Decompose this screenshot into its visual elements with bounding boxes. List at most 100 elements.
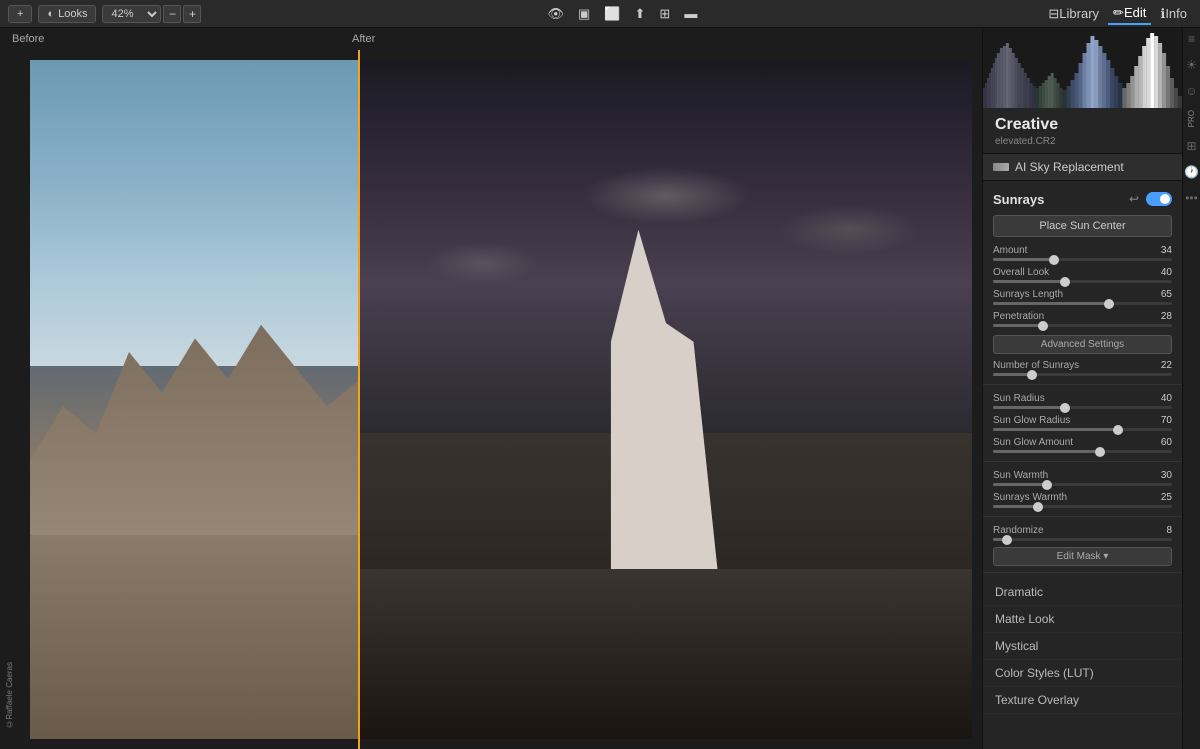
panel-content: Creative elevated.CR2 AI Sky Replacement… [983,108,1182,749]
image-area: Before After ©Raffaele Caeras [0,28,982,749]
randomize-label: Randomize [993,525,1044,536]
dramatic-label: Dramatic [995,585,1043,599]
histogram-area [983,28,1182,108]
amount-track[interactable] [993,258,1172,261]
sunrays-toggle[interactable] [1146,192,1172,206]
sun-warmth-value: 30 [1161,470,1172,481]
image-container[interactable]: ©Raffaele Caeras [0,50,982,749]
watermark: ©Raffaele Caeras [5,662,14,729]
looks-button[interactable]: ◐ Looks [38,5,96,23]
randomize-track[interactable] [993,538,1172,541]
photo-before [30,60,360,739]
crop-button[interactable]: ⬜ [599,4,625,24]
randomize-value: 8 [1166,525,1172,536]
topbar: + ◐ Looks 42% 25% 50% 75% 100% − + 👁 ▣ ⬜ [0,0,1200,28]
after-ground [360,569,972,739]
before-label: Before [0,33,340,45]
divider-1 [983,384,1182,385]
zoom-plus-button[interactable]: + [183,5,201,23]
sun-adjust-icon[interactable]: ☀ [1186,58,1197,72]
right-icons-sidebar: ≡ ☀ ☺ PRO ⊞ 🕐 ••• [1182,28,1200,749]
edit-mask-button[interactable]: Edit Mask ▾ [993,547,1172,566]
sun-glow-amount-label: Sun Glow Amount [993,437,1073,448]
sunrays-length-track[interactable] [993,302,1172,305]
sunrays-reset-button[interactable]: ↩ [1128,191,1140,207]
topbar-center: 👁 ▣ ⬜ ⬆ ⊞ ▬ [543,4,703,24]
overall-look-slider-row: Overall Look 40 [983,265,1182,285]
penetration-label: Penetration [993,311,1044,322]
penetration-track[interactable] [993,324,1172,327]
sunrays-length-value: 65 [1161,289,1172,300]
panel-section-title: Creative [983,108,1182,136]
pro-icon[interactable]: PRO [1187,110,1196,127]
sun-glow-amount-value: 60 [1161,437,1172,448]
mystical-item[interactable]: Mystical [983,633,1182,660]
sunrays-section-header: Sunrays ↩ [983,185,1182,213]
share-button[interactable]: ⬆ [630,4,651,24]
overall-look-track[interactable] [993,280,1172,283]
zoom-select[interactable]: 42% 25% 50% 75% 100% [102,5,161,23]
divider-2 [983,461,1182,462]
place-sun-center-button[interactable]: Place Sun Center [993,215,1172,237]
sun-glow-radius-label: Sun Glow Radius [993,415,1070,426]
add-button[interactable]: + [8,5,32,23]
edit-label: Edit [1124,5,1146,20]
color-styles-label: Color Styles (LUT) [995,666,1094,680]
view-button[interactable]: 👁 [543,4,570,24]
sunrays-warmth-track[interactable] [993,505,1172,508]
sunrays-length-slider-row: Sunrays Length 65 [983,287,1182,307]
library-label: Library [1059,6,1099,21]
main-sliders: Amount 34 Overall Look 40 [983,243,1182,329]
dramatic-item[interactable]: Dramatic [983,579,1182,606]
filmstrip-button[interactable]: ▬ [679,4,702,23]
sun-warmth-slider-row: Sun Warmth 30 [983,468,1182,488]
sun-glow-radius-track[interactable] [993,428,1172,431]
penetration-slider-row: Penetration 28 [983,309,1182,329]
after-label: After [340,33,375,45]
sun-glow-radius-value: 70 [1161,415,1172,426]
topbar-left: + ◐ Looks 42% 25% 50% 75% 100% − + [8,5,201,23]
structure-icon[interactable]: ⊞ [1186,139,1196,153]
grid-button[interactable]: ⊞ [654,4,675,24]
ai-sky-replacement-header[interactable]: AI Sky Replacement [983,153,1182,181]
sun-warmth-label: Sun Warmth [993,470,1048,481]
before-after-labels: Before After [0,28,982,50]
sun-warmth-track[interactable] [993,483,1172,486]
face-icon[interactable]: ☺ [1185,84,1197,98]
before-after-divider[interactable] [358,50,360,749]
num-sunrays-track[interactable] [993,373,1172,376]
histogram-chart [983,28,1182,108]
sunrays-warmth-label: Sunrays Warmth [993,492,1067,503]
color-styles-item[interactable]: Color Styles (LUT) [983,660,1182,687]
matte-look-item[interactable]: Matte Look [983,606,1182,633]
looks-label: Looks [58,8,87,20]
layers-icon[interactable]: ≡ [1188,32,1195,46]
num-sunrays-value: 22 [1161,360,1172,371]
compare-button[interactable]: ▣ [573,4,595,24]
sun-radius-label: Sun Radius [993,393,1045,404]
matte-look-label: Matte Look [995,612,1054,626]
zoom-minus-button[interactable]: − [163,5,181,23]
amount-slider-row: Amount 34 [983,243,1182,263]
edit-button[interactable]: ✏ Edit [1108,3,1151,25]
main-content: Before After ©Raffaele Caeras [0,28,1200,749]
film-icon: ▬ [684,6,697,21]
sun-radius-slider-row: Sun Radius 40 [983,391,1182,411]
texture-overlay-label: Texture Overlay [995,693,1079,707]
crop-icon: ⬜ [604,6,620,22]
texture-overlay-item[interactable]: Texture Overlay [983,687,1182,714]
info-button[interactable]: ℹ Info [1155,4,1192,24]
before-sky [30,60,360,366]
more-icon[interactable]: ••• [1185,191,1198,205]
panel-filename: elevated.CR2 [983,136,1182,153]
sun-glow-amount-slider-row: Sun Glow Amount 60 [983,435,1182,455]
mystical-label: Mystical [995,639,1038,653]
history-icon[interactable]: 🕐 [1184,165,1199,179]
advanced-settings-button[interactable]: Advanced Settings [993,335,1172,354]
library-button[interactable]: ⊟ Library [1043,4,1104,24]
divider-4 [983,572,1182,573]
sun-radius-track[interactable] [993,406,1172,409]
topbar-right: ⊟ Library ✏ Edit ℹ Info [1043,3,1192,25]
sun-glow-amount-track[interactable] [993,450,1172,453]
overall-look-value: 40 [1161,267,1172,278]
